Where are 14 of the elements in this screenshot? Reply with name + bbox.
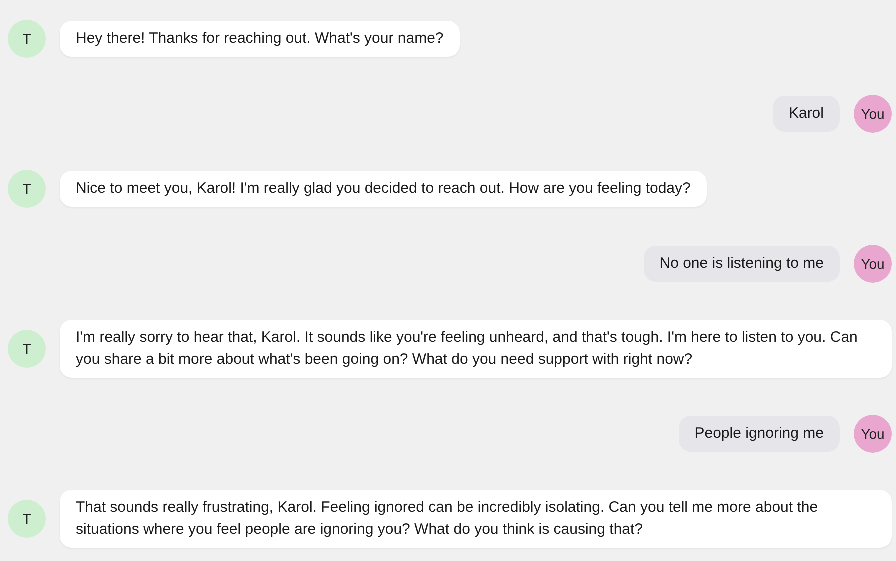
- bot-message: I'm really sorry to hear that, Karol. It sounds like you're feeling unheard, and that's tough. I'm here to listen to you. Can you share a bit more about what's been going on? What do you need support with right now?: [60, 320, 892, 378]
- user-avatar: You: [854, 95, 892, 133]
- bot-avatar: T: [8, 170, 46, 208]
- user-message: No one is listening to me: [644, 246, 840, 282]
- bot-avatar: T: [8, 500, 46, 538]
- user-message: Karol: [772, 96, 840, 132]
- user-message: People ignoring me: [678, 416, 840, 452]
- bot-avatar: T: [8, 20, 46, 58]
- bot-message: Nice to meet you, Karol! I'm really glad you decided to reach out. How are you feeling today?: [60, 171, 707, 207]
- bot-avatar: T: [8, 330, 46, 368]
- user-avatar: You: [854, 245, 892, 283]
- user-avatar: You: [854, 415, 892, 453]
- bot-message: Hey there! Thanks for reaching out. What's your name?: [60, 21, 460, 57]
- bot-message: That sounds really frustrating, Karol. Feeling ignored can be incredibly isolating. Can you tell me more about the situations where you feel people are ignoring you? What do you think is causing that?: [60, 490, 892, 548]
